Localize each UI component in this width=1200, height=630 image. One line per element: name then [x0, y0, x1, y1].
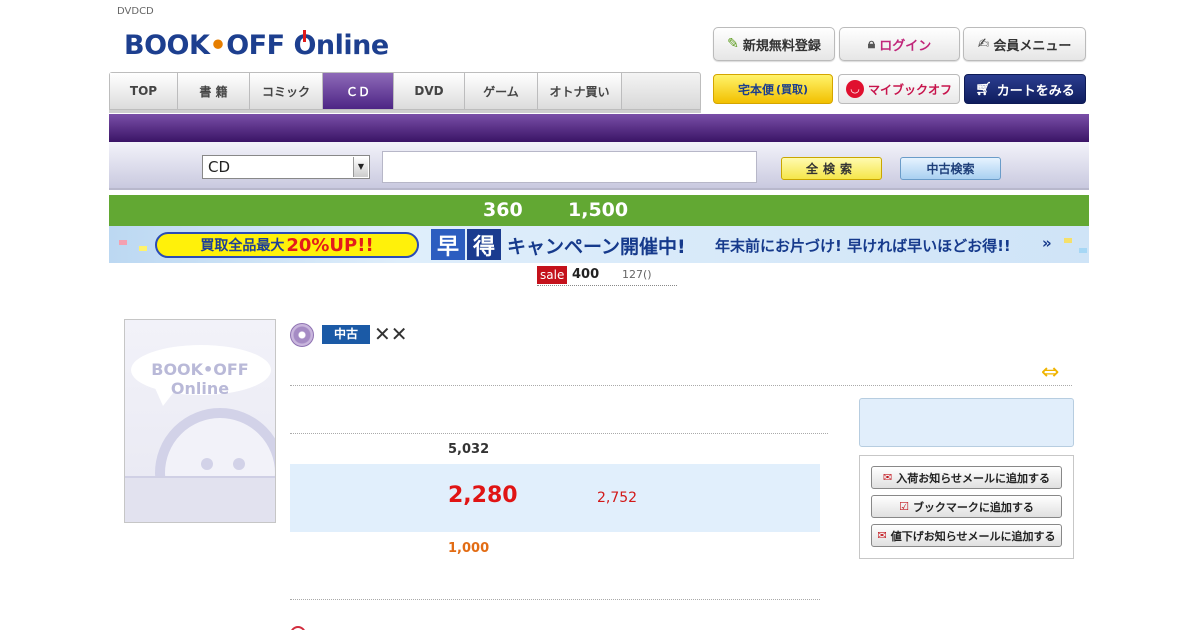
site-tagline: DVDCD [117, 6, 154, 17]
product-title: ✕✕ [374, 322, 408, 346]
search-used-button[interactable]: 中古検索 [900, 157, 1001, 180]
campaign-pill-highlight: 20%UP!! [286, 234, 374, 256]
pencil-icon: ✎ [727, 36, 739, 52]
sale-number: 400 [572, 267, 600, 282]
campaign-box-2: 得 [467, 229, 501, 260]
category-select[interactable]: CD ▼ [202, 155, 370, 179]
confetti [1064, 238, 1072, 243]
mascot-eye [233, 458, 245, 470]
cd-icon [290, 626, 306, 630]
used-badge: 中古 [322, 325, 370, 344]
savings-amount: 2,752 [597, 490, 638, 506]
campaign-subline: 年末前にお片づけ! 早ければ早いほどお得!! [715, 237, 1011, 255]
takuhai-sub: (買取) [775, 83, 809, 96]
sale-badge: sale [537, 266, 568, 284]
logo-text-nline: nline [315, 30, 389, 61]
mascot-eye [201, 458, 213, 470]
add-price-down-mail-button[interactable]: ✉ 値下げお知らせメールに追加する [871, 524, 1062, 547]
logo-text-book: BOOK [124, 30, 210, 61]
register-label: 新規無料登録 [742, 38, 821, 54]
placeholder-logo: BOOK•OFF Online [151, 360, 249, 398]
expand-arrows-icon[interactable]: ⇔ [1041, 360, 1059, 385]
add-price-down-mail-label: 値下げお知らせメールに追加する [890, 529, 1056, 543]
mascot-book [125, 476, 275, 522]
notepad-icon: ✍ [977, 36, 990, 52]
search-all-button[interactable]: 全検索 [781, 157, 882, 180]
points-amount: 1,000 [448, 541, 490, 556]
smile-icon: ◡ [845, 80, 864, 98]
product-actions-box: ✉ 入荷お知らせメールに追加する ☑ ブックマークに追加する ✉ 値下げお知らせ… [859, 455, 1074, 559]
double-chevron-right-icon: » [1042, 234, 1052, 252]
tab-books[interactable]: 書 籍 [178, 73, 250, 109]
tab-comics[interactable]: コミック [250, 73, 323, 109]
tab-cd[interactable]: ＣＤ [323, 73, 394, 109]
view-cart-button[interactable]: 🛒︎ カートをみる [964, 74, 1086, 104]
login-label: ログイン [879, 38, 932, 54]
list-price: 5,032 [448, 442, 490, 457]
campaign-banner[interactable]: 買取全品最大 20%UP!! 早 得 キャンペーン開催中! 年末前にお片づけ! … [109, 226, 1089, 263]
divider [290, 599, 820, 600]
mail-icon: ✉ [883, 471, 893, 484]
checkbox-icon: ☑ [899, 500, 909, 513]
tab-dvd[interactable]: DVD [394, 73, 465, 109]
tab-top[interactable]: TOP [110, 73, 178, 109]
category-selected-value: CD [208, 158, 231, 176]
mybookoff-button[interactable]: ◡ マイブックオフ [838, 74, 960, 104]
price-box: 2,280 2,752 [290, 464, 820, 532]
lock-icon: 🔒︎ [867, 36, 876, 52]
sale-price: 2,280 [448, 483, 518, 508]
main-nav: TOP 書 籍 コミック ＣＤ DVD ゲーム オトナ買い [109, 72, 701, 110]
campaign-headline: キャンペーン開催中! [507, 236, 686, 258]
promo-value-1: 360 [483, 199, 523, 221]
logo-power-o: O [293, 26, 316, 66]
logo-text-off: OFF [226, 30, 285, 61]
divider [290, 385, 1072, 386]
nav-underline [109, 110, 701, 113]
add-stock-mail-label: 入荷お知らせメールに追加する [896, 471, 1050, 485]
search-bar: CD ▼ 全検索 中古検索 [109, 142, 1089, 190]
tab-games[interactable]: ゲーム [465, 73, 538, 109]
register-button[interactable]: ✎ 新規無料登録 [713, 27, 835, 61]
mybookoff-label: マイブックオフ [867, 82, 952, 97]
confetti [139, 246, 147, 251]
confetti [119, 240, 127, 245]
campaign-pill: 買取全品最大 20%UP!! [155, 232, 419, 258]
mail-icon: ✉ [877, 529, 887, 542]
divider [290, 433, 828, 434]
add-bookmark-button[interactable]: ☑ ブックマークに追加する [871, 495, 1062, 518]
takuhai-label: 宅本便 [737, 82, 774, 97]
add-bookmark-label: ブックマークに追加する [912, 500, 1034, 514]
promo-value-2: 1,500 [568, 199, 629, 221]
promo-bar[interactable]: 360 1,500 [109, 195, 1089, 226]
cd-icon [290, 323, 314, 347]
sale-link[interactable]: sale 400 127() [537, 266, 677, 286]
sale-count: 127() [622, 268, 652, 281]
site-logo[interactable]: BOOK•OFF Online [124, 26, 389, 66]
cart-icon: 🛒︎ [975, 81, 992, 97]
product-image-placeholder[interactable]: BOOK•OFF Online [124, 319, 276, 523]
tab-otona[interactable]: オトナ買い [538, 73, 622, 109]
member-menu-button[interactable]: ✍ 会員メニュー [963, 27, 1086, 61]
member-menu-label: 会員メニュー [993, 38, 1072, 54]
purple-divider [109, 114, 1089, 142]
campaign-box-1: 早 [431, 229, 465, 260]
takuhai-button[interactable]: 宅本便 (買取) [713, 74, 833, 104]
chevron-down-icon[interactable]: ▼ [353, 157, 368, 177]
campaign-pill-text: 買取全品最大 [200, 238, 285, 254]
logo-dot: • [209, 30, 227, 61]
search-input[interactable] [382, 151, 757, 183]
view-cart-label: カートをみる [996, 83, 1075, 99]
login-button[interactable]: 🔒︎ ログイン [839, 27, 960, 61]
confetti [1079, 248, 1087, 253]
add-stock-mail-button[interactable]: ✉ 入荷お知らせメールに追加する [871, 466, 1062, 489]
add-to-cart-box[interactable] [859, 398, 1074, 447]
